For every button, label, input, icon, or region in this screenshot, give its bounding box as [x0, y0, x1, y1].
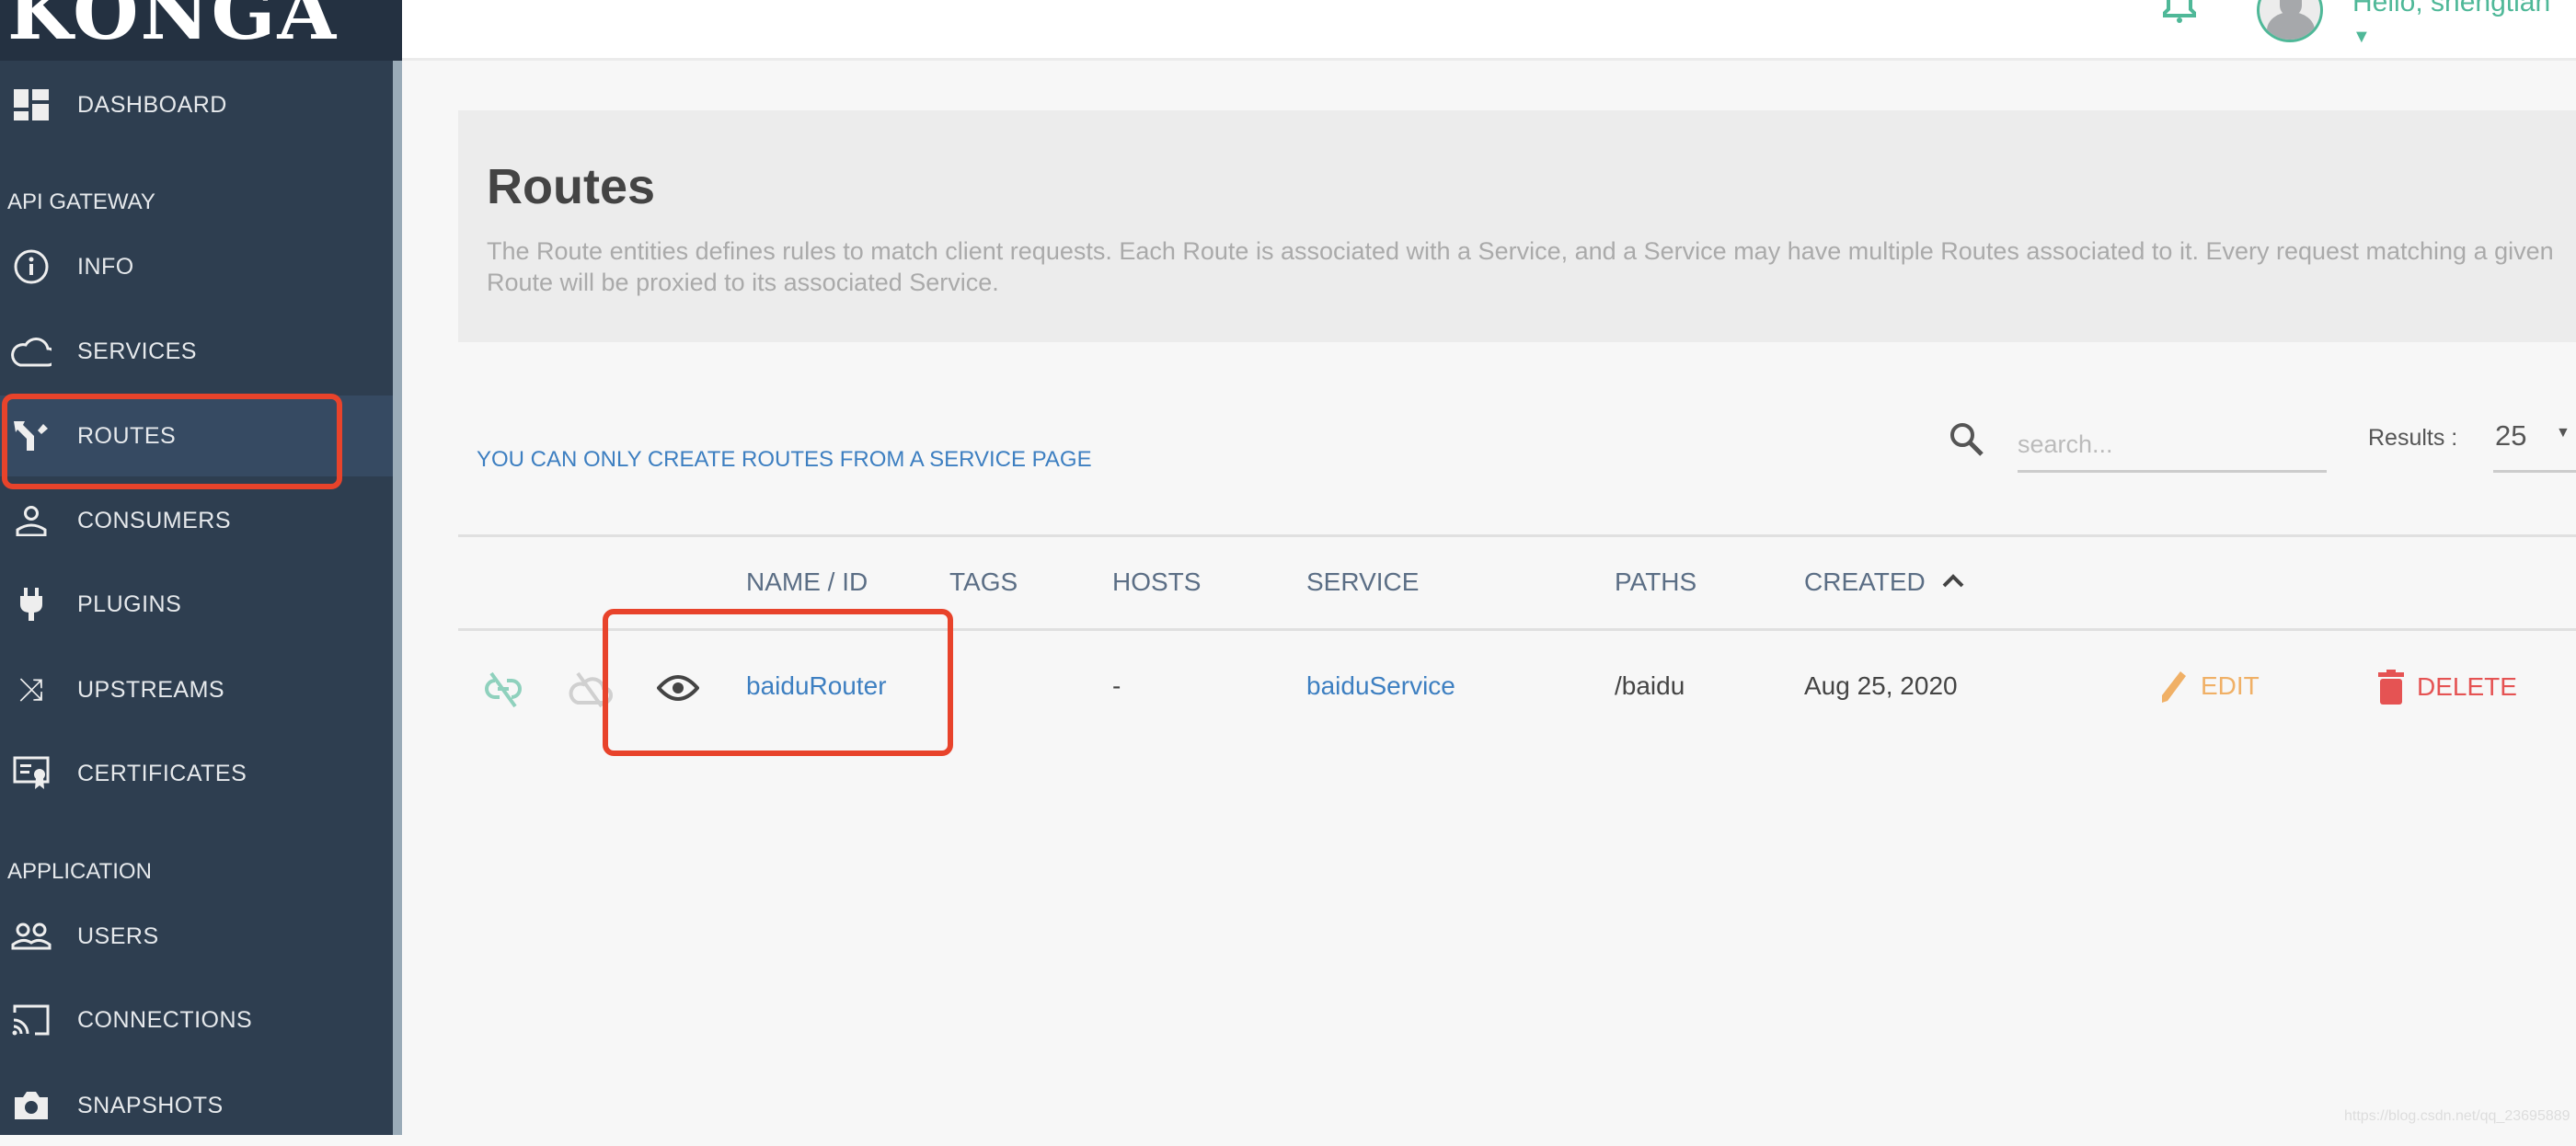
- search-input[interactable]: [2018, 419, 2327, 473]
- info-icon: [11, 246, 52, 287]
- sidebar-item-dashboard[interactable]: DASHBOARD: [0, 64, 393, 145]
- sidebar-item-label: SNAPSHOTS: [77, 1092, 224, 1118]
- edit-button[interactable]: EDIT: [2160, 670, 2260, 703]
- highlight-box-routes: [2, 394, 342, 489]
- sidebar-item-label: SERVICES: [77, 338, 197, 364]
- sidebar-item-upstreams[interactable]: ⤨ UPSTREAMS: [0, 649, 393, 730]
- caret-down-icon: ▼: [2556, 425, 2570, 441]
- sidebar-scrollbar[interactable]: [393, 61, 402, 1135]
- user-menu[interactable]: Hello, shengtian ▼: [2352, 0, 2576, 50]
- sidebar-item-connections[interactable]: CONNECTIONS: [0, 980, 393, 1060]
- trash-icon: [2378, 670, 2404, 705]
- route-paths: /baidu: [1615, 671, 1685, 700]
- sidebar-item-snapshots[interactable]: SNAPSHOTS: [0, 1065, 393, 1146]
- results-label: Results :: [2368, 425, 2458, 451]
- watermark: https://blog.csdn.net/qq_23695889: [2344, 1108, 2570, 1124]
- plug-icon: [11, 584, 52, 625]
- sidebar-item-label: DASHBOARD: [77, 91, 227, 118]
- greeting-text: Hello, shengtian: [2352, 0, 2551, 17]
- shuffle-icon: ⤨: [18, 671, 44, 707]
- camera-icon: [11, 1085, 52, 1126]
- user-icon: [11, 500, 52, 541]
- page-header: Routes The Route entities defines rules …: [458, 110, 2576, 342]
- sidebar-item-label: UPSTREAMS: [77, 676, 225, 703]
- sidebar-item-label: CERTIFICATES: [77, 760, 247, 786]
- delete-button[interactable]: DELETE: [2378, 670, 2517, 705]
- sidebar-item-label: CONNECTIONS: [77, 1006, 253, 1033]
- logo-bar: KONGA: [0, 0, 402, 61]
- users-icon: [11, 916, 52, 957]
- pencil-icon: [2162, 671, 2186, 703]
- sidebar-item-users[interactable]: USERS: [0, 896, 393, 977]
- create-routes-notice: YOU CAN ONLY CREATE ROUTES FROM A SERVIC…: [477, 447, 1092, 472]
- sidebar-item-info[interactable]: INFO: [0, 226, 393, 307]
- cast-icon: [11, 1000, 52, 1040]
- sidebar-item-label: INFO: [77, 253, 134, 280]
- route-service-link[interactable]: baiduService: [1306, 671, 1455, 701]
- link-off-icon[interactable]: [484, 670, 523, 713]
- sidebar-item-label: PLUGINS: [77, 590, 182, 617]
- page-description: The Route entities defines rules to matc…: [487, 237, 2554, 296]
- topbar: [402, 0, 2576, 61]
- col-service[interactable]: SERVICE: [1306, 567, 1419, 597]
- route-hosts: -: [1112, 671, 1121, 700]
- cloud-icon: [11, 331, 52, 372]
- sidebar-item-label: USERS: [77, 923, 159, 949]
- sort-asc-icon[interactable]: [1941, 572, 1965, 593]
- sidebar: KONGA DASHBOARD API GATEWAY INFO SERVICE…: [0, 0, 402, 1135]
- col-paths[interactable]: PATHS: [1615, 567, 1696, 597]
- sidebar-item-plugins[interactable]: PLUGINS: [0, 564, 393, 645]
- bell-icon[interactable]: [2163, 0, 2196, 29]
- section-application: APPLICATION: [7, 859, 152, 884]
- delete-label: DELETE: [2417, 672, 2517, 701]
- sidebar-item-label: CONSUMERS: [77, 507, 232, 533]
- caret-down-icon: ▼: [2352, 27, 2371, 47]
- edit-label: EDIT: [2201, 671, 2260, 700]
- dashboard-icon: [11, 85, 52, 125]
- section-api-gateway: API GATEWAY: [7, 189, 155, 214]
- page-title: Routes: [487, 159, 656, 214]
- search-icon: [1949, 421, 1985, 463]
- certificate-icon: [11, 753, 52, 794]
- results-per-page-select[interactable]: 25 ▼: [2493, 419, 2576, 473]
- highlight-box-route-name: [603, 609, 953, 756]
- col-tags[interactable]: TAGS: [949, 567, 1018, 597]
- sidebar-item-services[interactable]: SERVICES: [0, 311, 393, 392]
- avatar[interactable]: [2257, 0, 2323, 42]
- sidebar-item-certificates[interactable]: CERTIFICATES: [0, 733, 393, 814]
- table-top-divider: [458, 534, 2576, 537]
- route-created: Aug 25, 2020: [1804, 671, 1958, 700]
- col-name[interactable]: NAME / ID: [746, 567, 868, 597]
- col-hosts[interactable]: HOSTS: [1112, 567, 1201, 597]
- results-value: 25: [2495, 419, 2527, 452]
- sidebar-item-consumers[interactable]: CONSUMERS: [0, 480, 393, 561]
- konga-logo[interactable]: KONGA: [7, 0, 338, 57]
- col-created[interactable]: CREATED: [1804, 567, 1926, 597]
